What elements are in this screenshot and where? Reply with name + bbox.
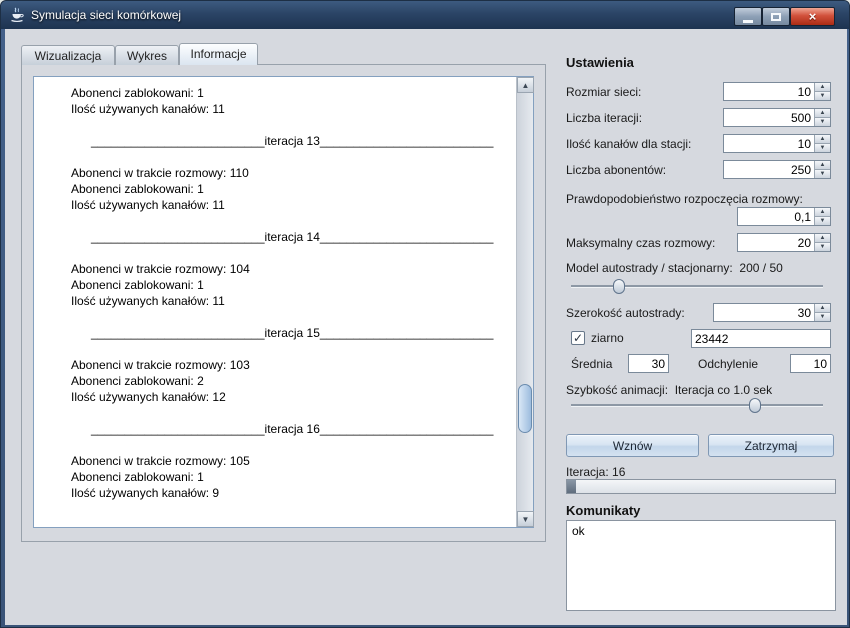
window-title: Symulacja sieci komórkowej xyxy=(31,8,181,22)
progress-fill xyxy=(567,480,576,493)
spinner-down-button[interactable]: ▼ xyxy=(815,92,830,100)
close-button[interactable]: × xyxy=(790,7,835,26)
max-call-time-label: Maksymalny czas rozmowy: xyxy=(566,235,715,252)
scrollbar-thumb[interactable] xyxy=(518,384,532,433)
highway-width-label: Szerokość autostrady: xyxy=(566,305,685,322)
spinner-up-icon: ▲ xyxy=(820,84,826,90)
minimize-button[interactable] xyxy=(734,7,762,26)
probability-input[interactable] xyxy=(738,208,814,225)
spinner-up-icon: ▲ xyxy=(820,235,826,241)
seed-input[interactable] xyxy=(691,329,831,348)
spinner-down-button[interactable]: ▼ xyxy=(815,313,830,321)
java-app-icon xyxy=(9,7,25,23)
animation-speed-slider-track[interactable] xyxy=(571,404,823,407)
spinner-up-icon: ▲ xyxy=(820,305,826,311)
channels-label: Ilość kanałów dla stacji: xyxy=(566,136,691,153)
subscribers-label: Liczba abonentów: xyxy=(566,162,666,179)
spinner-down-button[interactable]: ▼ xyxy=(815,243,830,251)
animation-speed-label: Szybkość animacji: Iteracja co 1.0 sek xyxy=(566,382,772,399)
seed-label: ziarno xyxy=(591,330,624,347)
maximize-icon xyxy=(771,13,781,21)
title-bar[interactable]: Symulacja sieci komórkowej × xyxy=(1,1,850,29)
channels-spinner[interactable]: ▲▼ xyxy=(723,134,831,153)
spinner-up-button[interactable]: ▲ xyxy=(815,109,830,118)
spinner-down-icon: ▼ xyxy=(820,93,826,99)
probability-label: Prawdopodobieństwo rozpoczęcia rozmowy: xyxy=(566,191,803,208)
spinner-down-icon: ▼ xyxy=(820,314,826,320)
spinner-down-icon: ▼ xyxy=(820,171,826,177)
spinner-down-button[interactable]: ▼ xyxy=(815,170,830,178)
spinner-down-icon: ▼ xyxy=(820,119,826,125)
spinner-up-icon: ▲ xyxy=(820,162,826,168)
probability-spinner[interactable]: ▲▼ xyxy=(737,207,831,226)
network-size-spinner[interactable]: ▲▼ xyxy=(723,82,831,101)
log-scrollpane[interactable]: Abonenci zablokowani: 1 Ilość używanych … xyxy=(33,76,534,528)
mean-label: Średnia xyxy=(571,356,612,373)
deviation-input[interactable] xyxy=(790,354,831,373)
stop-button[interactable]: Zatrzymaj xyxy=(708,434,834,457)
arrow-up-icon: ▲ xyxy=(522,81,530,90)
log-scrollbar[interactable]: ▲ ▼ xyxy=(516,77,533,527)
network-size-input[interactable] xyxy=(724,83,814,100)
mean-input[interactable] xyxy=(628,354,669,373)
subscribers-spinner[interactable]: ▲▼ xyxy=(723,160,831,179)
resume-button[interactable]: Wznów xyxy=(566,434,699,457)
iterations-input[interactable] xyxy=(724,109,814,126)
max-call-time-spinner[interactable]: ▲▼ xyxy=(737,233,831,252)
highway-width-spinner[interactable]: ▲▼ xyxy=(713,303,831,322)
maximize-button[interactable] xyxy=(762,7,790,26)
spinner-up-button[interactable]: ▲ xyxy=(815,83,830,92)
tab-wizualizacja[interactable]: Wizualizacja xyxy=(21,45,115,65)
deviation-label: Odchylenie xyxy=(698,356,758,373)
log-text: Abonenci zablokowani: 1 Ilość używanych … xyxy=(34,77,516,527)
model-slider-track[interactable] xyxy=(571,285,823,288)
iterations-spinner[interactable]: ▲▼ xyxy=(723,108,831,127)
network-size-label: Rozmiar sieci: xyxy=(566,84,641,101)
scrollbar-down-button[interactable]: ▼ xyxy=(517,511,534,527)
model-label: Model autostrady / stacjonarny: 200 / 50 xyxy=(566,260,783,277)
max-call-time-input[interactable] xyxy=(738,234,814,251)
animation-speed-slider[interactable] xyxy=(571,398,823,414)
spinner-down-button[interactable]: ▼ xyxy=(815,217,830,225)
tab-informacje[interactable]: Informacje xyxy=(179,43,258,65)
iterations-label: Liczba iteracji: xyxy=(566,110,642,127)
settings-title: Ustawienia xyxy=(566,55,634,70)
model-slider[interactable] xyxy=(571,279,823,295)
spinner-up-button[interactable]: ▲ xyxy=(815,208,830,217)
seed-checkbox[interactable]: ✓ xyxy=(571,331,585,345)
highway-width-input[interactable] xyxy=(714,304,814,321)
spinner-up-icon: ▲ xyxy=(820,110,826,116)
spinner-up-button[interactable]: ▲ xyxy=(815,234,830,243)
scrollbar-up-button[interactable]: ▲ xyxy=(517,77,534,93)
spinner-up-button[interactable]: ▲ xyxy=(815,135,830,144)
spinner-down-icon: ▼ xyxy=(820,145,826,151)
animation-speed-slider-thumb[interactable] xyxy=(749,398,761,413)
app-window: Symulacja sieci komórkowej × Wizualizacj… xyxy=(0,0,850,628)
spinner-down-icon: ▼ xyxy=(820,218,826,224)
messages-title: Komunikaty xyxy=(566,503,640,518)
minimize-icon xyxy=(743,20,753,23)
close-icon: × xyxy=(809,8,817,25)
spinner-down-icon: ▼ xyxy=(820,244,826,250)
spinner-up-icon: ▲ xyxy=(820,136,826,142)
checkbox-check-icon: ✓ xyxy=(573,332,583,344)
tab-wykres[interactable]: Wykres xyxy=(115,45,179,65)
messages-text: ok xyxy=(572,524,585,538)
spinner-down-button[interactable]: ▼ xyxy=(815,144,830,152)
spinner-down-button[interactable]: ▼ xyxy=(815,118,830,126)
channels-input[interactable] xyxy=(724,135,814,152)
iteration-progressbar xyxy=(566,479,836,494)
spinner-up-icon: ▲ xyxy=(820,209,826,215)
model-slider-thumb[interactable] xyxy=(613,279,625,294)
arrow-down-icon: ▼ xyxy=(522,515,530,524)
spinner-up-button[interactable]: ▲ xyxy=(815,304,830,313)
spinner-up-button[interactable]: ▲ xyxy=(815,161,830,170)
messages-textarea[interactable]: ok xyxy=(566,520,836,611)
subscribers-input[interactable] xyxy=(724,161,814,178)
